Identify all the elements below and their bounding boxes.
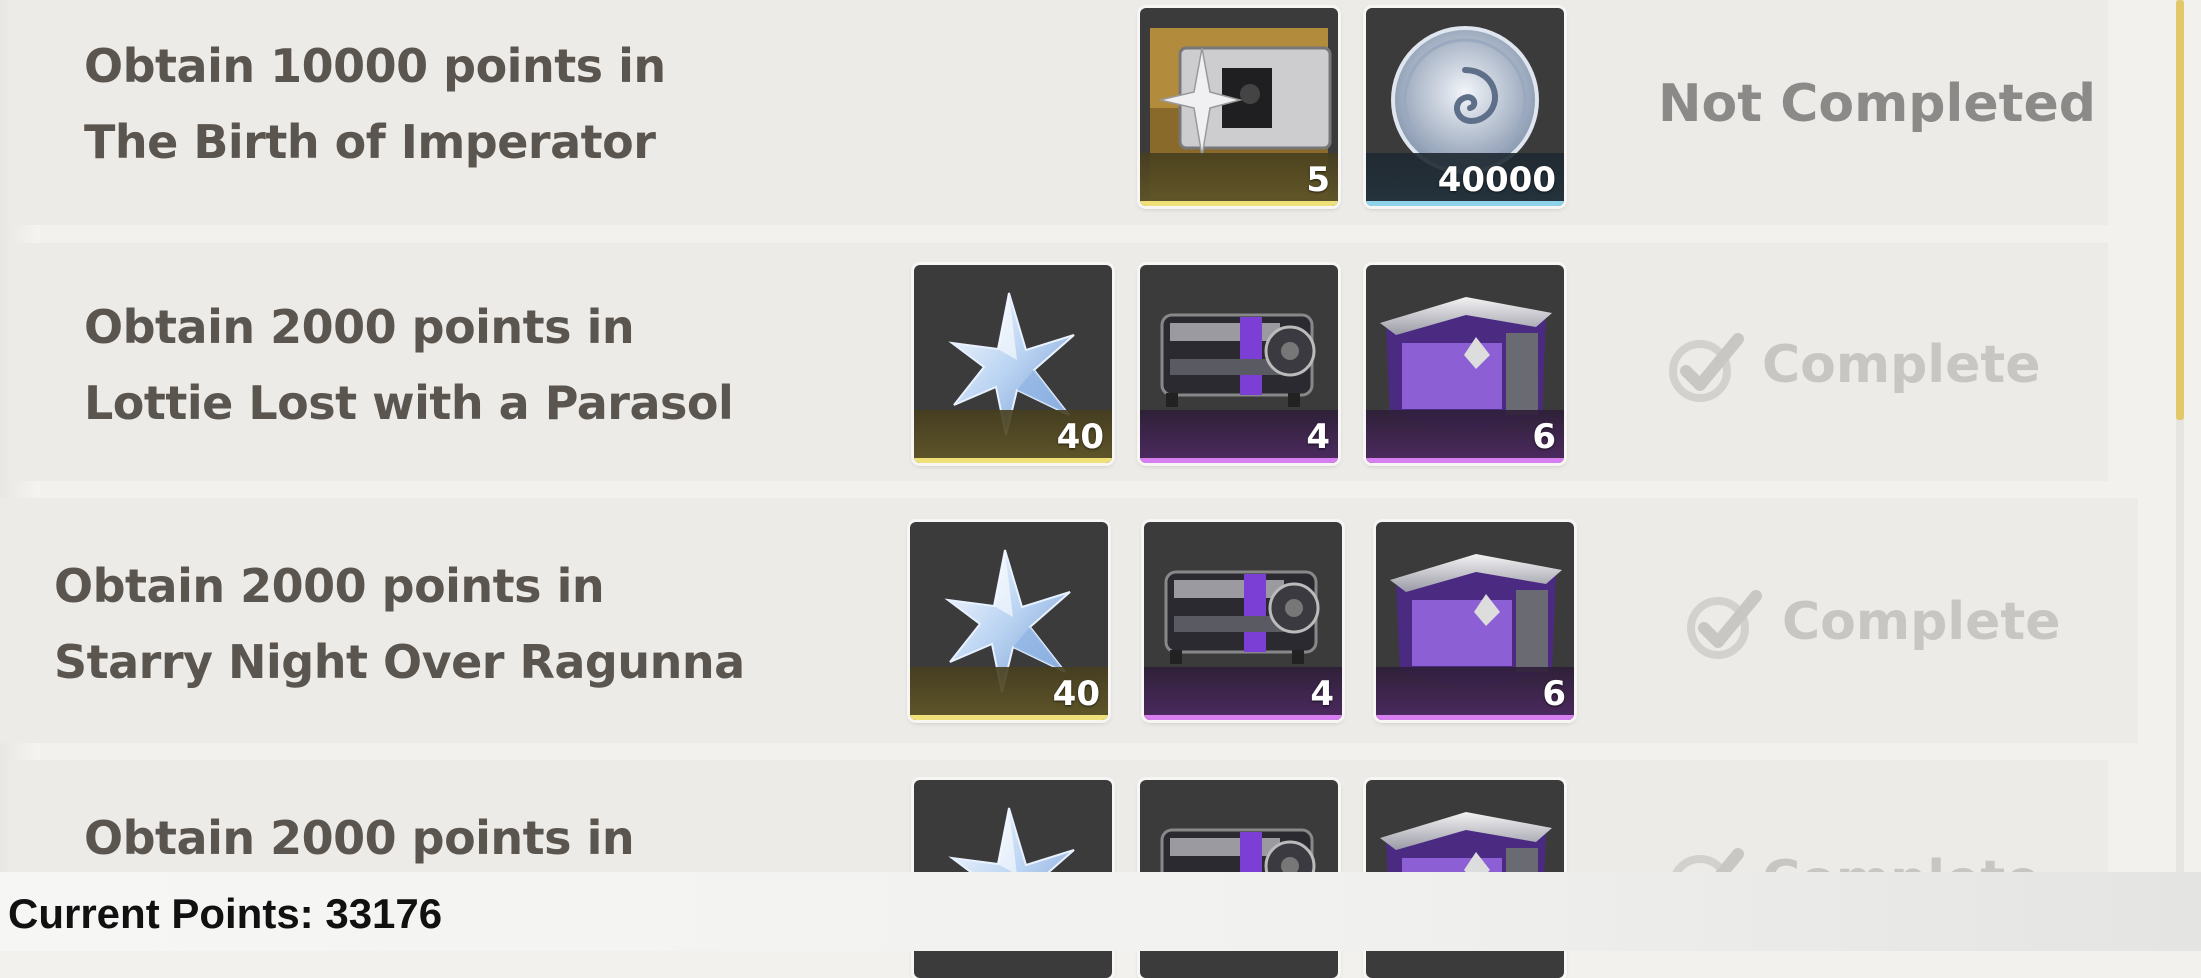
reward-item-purple-crate[interactable]: 6 — [1366, 265, 1564, 463]
reward-item-dark-capsule[interactable]: 4 — [1140, 265, 1338, 463]
reward-item-crystal-star[interactable]: 40 — [910, 522, 1108, 720]
task-row: Obtain 10000 points in The Birth of Impe… — [8, 0, 2108, 225]
reward-count: 6 — [1542, 674, 1566, 714]
checkmark-icon — [1684, 584, 1764, 664]
task-title-line-2: The Birth of Imperator — [84, 115, 656, 169]
reward-count: 40000 — [1437, 160, 1556, 200]
reward-count: 40 — [1056, 417, 1104, 457]
task-row: Obtain 2000 points in Lottie Lost with a… — [8, 243, 2108, 481]
task-title: Obtain 2000 points in Starry Night Over … — [54, 548, 745, 700]
reward-item-dark-capsule[interactable]: 4 — [1144, 522, 1342, 720]
task-title-line-2: Lottie Lost with a Parasol — [84, 376, 734, 430]
task-title-line-2: Starry Night Over Ragunna — [54, 635, 745, 689]
checkmark-icon — [1666, 327, 1746, 407]
reward-count: 40 — [1052, 674, 1100, 714]
status-not-completed: Not Completed — [1658, 74, 2096, 134]
status-complete: Complete — [1762, 335, 2041, 395]
task-title-line-1: Obtain 2000 points in — [54, 559, 605, 613]
reward-count: 5 — [1306, 160, 1330, 200]
current-points-label: Current Points: 33176 — [8, 890, 443, 937]
task-title: Obtain 2000 points in Lottie Lost with a… — [84, 289, 734, 441]
task-title-line-1: Obtain 10000 points in — [84, 39, 666, 93]
status-complete: Complete — [1782, 592, 2061, 652]
scrollbar-thumb[interactable] — [2176, 0, 2184, 420]
reward-item-silver-coin[interactable]: 40000 — [1366, 8, 1564, 206]
task-title-line-1: Obtain 2000 points in — [84, 811, 635, 865]
reward-item-star-box[interactable]: 5 — [1140, 8, 1338, 206]
task-title: Obtain 10000 points in The Birth of Impe… — [84, 28, 666, 180]
reward-count: 6 — [1532, 417, 1556, 457]
task-row: Obtain 2000 points in Starry Night Over … — [0, 498, 2138, 743]
reward-item-purple-crate[interactable]: 6 — [1376, 522, 1574, 720]
task-title-line-1: Obtain 2000 points in — [84, 300, 635, 354]
reward-count: 4 — [1310, 674, 1334, 714]
reward-item-crystal-star[interactable]: 40 — [914, 265, 1112, 463]
reward-count: 4 — [1306, 417, 1330, 457]
task-title: Obtain 2000 points in — [84, 800, 635, 876]
